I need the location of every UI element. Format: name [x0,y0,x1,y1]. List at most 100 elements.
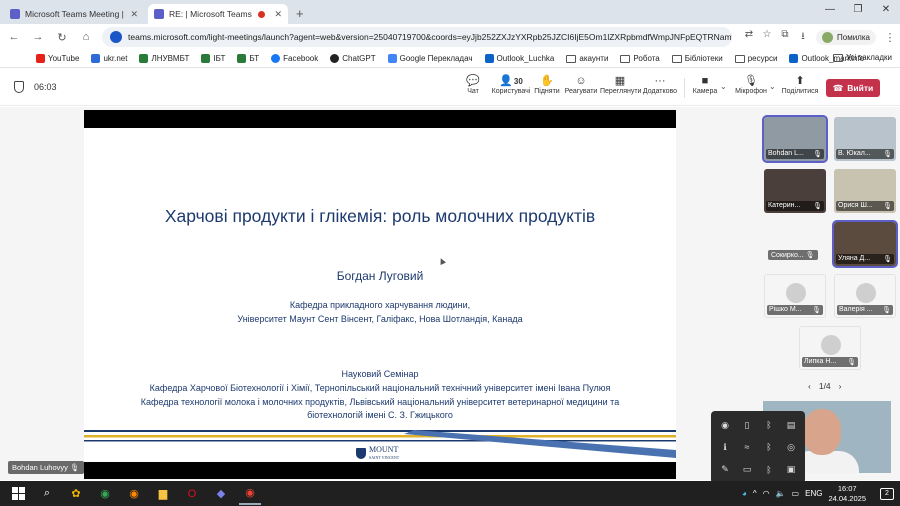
app-tray-icon[interactable]: ▤ [783,417,799,433]
chrome-active-icon[interactable]: ◉ [239,483,261,505]
bookmark-folder-work[interactable]: Робота [620,54,660,63]
camera-button[interactable]: ■ Камера [685,74,725,95]
chrome-icon[interactable]: ◉ [94,483,116,505]
clock[interactable]: 16:07 24.04.2025 [828,484,866,504]
usb-icon[interactable]: ▯ [739,417,755,433]
url-field[interactable]: teams.microsoft.com/light-meetings/launc… [102,27,732,47]
bookmark-ibt[interactable]: ІБТ [201,54,225,63]
bookmark-facebook[interactable]: Facebook [271,54,318,63]
battery-icon[interactable]: ▭ [792,489,800,498]
widgets-icon[interactable]: ✿ [65,483,87,505]
volume-icon[interactable]: 🔈 [776,489,786,498]
presenter-name-tag: Bohdan Luhovyy 🎙 [8,461,84,474]
bookmark-lnuvmbt[interactable]: ЛНУВМБТ [139,54,189,63]
folder-icon [566,54,577,63]
maximize-icon[interactable]: ❐ [844,4,872,15]
react-button[interactable]: ☺ Реагувати [561,74,601,95]
profile-button[interactable]: Помилка [816,29,876,45]
forward-icon[interactable]: → [28,31,48,43]
wifi-icon[interactable]: ◠ [763,489,770,498]
bookmark-ukrnet[interactable]: ukr.net [91,54,127,63]
back-icon[interactable]: ← [4,31,24,43]
slide-affiliation-2: Університет Маунт Сент Вінсент, Галіфакс… [237,314,523,324]
people-icon: 👤30 [499,75,523,87]
file-explorer-icon[interactable]: ▆ [152,483,174,505]
windows-start-icon[interactable] [7,483,29,505]
message-icon[interactable]: ▭ [739,462,755,478]
close-tab-icon[interactable]: ✕ [130,9,138,20]
outlook-icon [789,54,799,63]
home-icon[interactable]: ⌂ [76,31,96,43]
people-button[interactable]: 👤30 Користувачі [490,74,532,95]
new-tab-button[interactable]: + [296,6,304,21]
avatar-placeholder-icon [821,335,841,355]
share-button[interactable]: ⬆ Поділитися [780,74,820,95]
download-icon[interactable]: ⭳ [794,29,812,46]
teams-tray-icon[interactable]: ◉ [717,417,733,433]
tab-teams-re[interactable]: RE: | Microsoft Teams ✕ [148,4,288,24]
teams-icon[interactable]: ◆ [210,483,232,505]
tab-teams-meeting[interactable]: Microsoft Teams Meeting | Mic ✕ [4,4,144,24]
all-bookmarks-button[interactable]: Усі закладки [832,53,892,62]
participant-tile[interactable]: Bohdan L... 🎙 [762,115,828,163]
info-tray-icon[interactable]: ℹ [717,439,733,455]
participant-tile[interactable]: Катерин... 🎙 [764,169,826,213]
university-logo: MOUNT SAINT VINCENT [356,446,399,461]
translate-icon[interactable]: ⇄ [740,29,758,46]
mic-options-chevron-icon[interactable]: ⌄ [769,82,776,91]
video-tray-icon[interactable]: ▣ [783,462,799,478]
network-tray-icon[interactable]: ≈ [739,439,755,455]
search-icon[interactable]: ⌕ [36,483,58,505]
participant-tile[interactable]: Уляна Д... 🎙 [832,220,898,268]
mic-button[interactable]: 🎙 Мікрофон [731,74,771,95]
extensions-icon[interactable]: ⧉ [776,29,794,46]
folder-icon [734,54,745,63]
leave-button[interactable]: ☎ Вийти [826,79,880,97]
participant-tile[interactable]: Орися Ш... 🎙 [834,169,896,213]
bookmark-star-icon[interactable]: ☆ [758,29,776,46]
participant-name-label[interactable]: Сокирко... 🎙 [768,250,818,260]
menu-kebab-icon[interactable]: ⋮ [880,31,900,44]
bookmark-folder-accounts[interactable]: акаунти [566,54,608,63]
bluetooth-audio-icon[interactable]: ᛒ [761,462,777,478]
tray-chevron-icon[interactable]: ^ [753,489,757,498]
bookmark-youtube[interactable]: YouTube [36,54,79,63]
copilot-icon[interactable]: ◕ [742,489,747,498]
teams-favicon-icon [154,9,164,19]
notification-count[interactable]: 2 [880,487,894,500]
chat-button[interactable]: 💬 Чат [453,74,493,95]
bookmark-outlook-luchka[interactable]: Outlook_Luchka [484,54,554,63]
camera-options-chevron-icon[interactable]: ⌄ [720,82,727,91]
pen-icon[interactable]: ✎ [717,462,733,478]
close-tab-icon[interactable]: ✕ [274,9,282,20]
shield-icon[interactable] [14,81,24,93]
chat-icon: 💬 [466,75,480,87]
reload-icon[interactable]: ↻ [52,31,72,44]
shared-screen: Харчові продукти і глікемія: роль молочн… [84,110,676,479]
bookmark-folder-libraries[interactable]: Бібліотеки [671,54,723,63]
opera-icon[interactable]: O [181,483,203,505]
bluetooth-icon[interactable]: ᛒ [761,417,777,433]
participant-tile[interactable]: Рішко М... 🎙 [764,274,826,318]
system-tray: ◕ ^ ◠ 🔈 ▭ ENG 16:07 24.04.2025 2 [742,481,900,506]
next-page-icon[interactable]: › [839,381,842,391]
bookmark-bt[interactable]: БТ [237,54,259,63]
slide-affiliation-1: Кафедра прикладного харчування людини, [289,300,471,310]
chrome-tray-icon[interactable]: ◎ [783,439,799,455]
view-button[interactable]: ▦ Переглянути [600,74,641,95]
language-indicator[interactable]: ENG [805,489,822,498]
bookmark-google-translate[interactable]: Google Перекладач [387,54,473,63]
bluetooth-device-icon[interactable]: ᛒ [761,439,777,455]
minimize-icon[interactable]: — [816,4,844,15]
participant-tile[interactable]: Валерія ... 🎙 [834,274,896,318]
participant-tile[interactable]: В. Юкал... 🎙 [834,117,896,161]
bookmark-chatgpt[interactable]: ChatGPT [330,54,376,63]
participant-tile[interactable]: Липка Н... 🎙 [799,326,861,370]
more-button[interactable]: ··· Додатково [640,74,680,95]
close-window-icon[interactable]: ✕ [872,4,900,15]
firefox-icon[interactable]: ◉ [123,483,145,505]
people-count: 30 [513,77,523,86]
prev-page-icon[interactable]: ‹ [808,381,811,391]
site-info-icon[interactable] [110,31,122,43]
bookmark-folder-resources[interactable]: ресурси [734,54,777,63]
